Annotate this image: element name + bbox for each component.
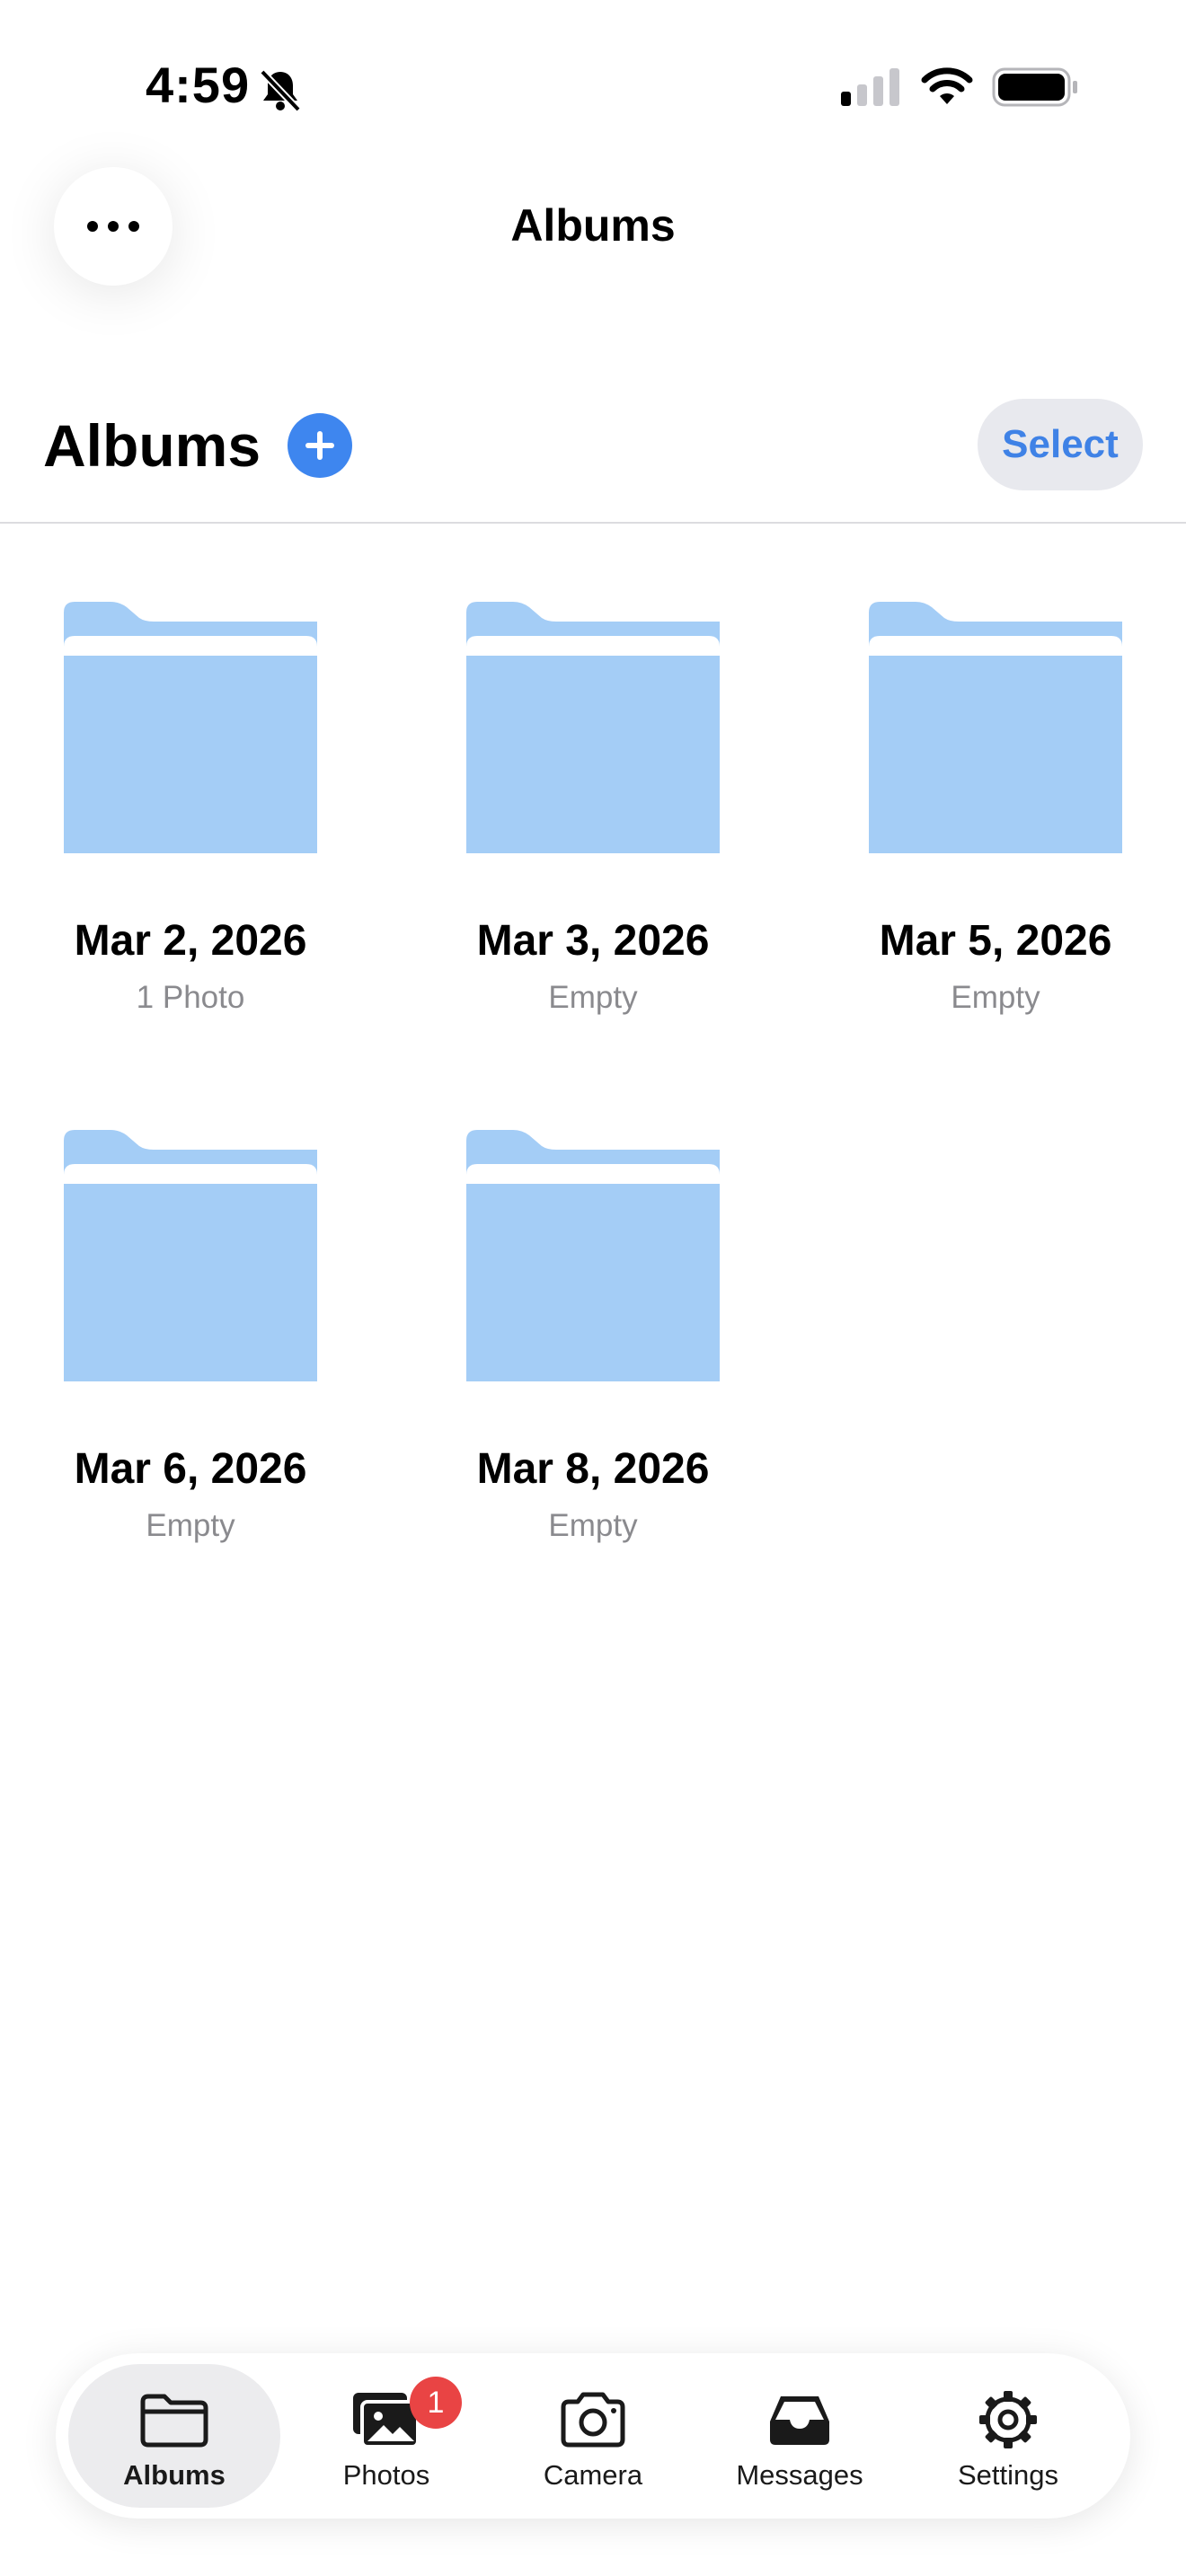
battery-icon [992, 67, 1077, 107]
folder-icon [466, 602, 720, 853]
album-title: Mar 2, 2026 [74, 917, 307, 965]
notification-badge: 1 [410, 2377, 462, 2429]
album-item[interactable]: Mar 8, 2026 Empty [440, 1130, 746, 1544]
tab-settings[interactable]: Settings [902, 2364, 1114, 2508]
tab-label: Messages [736, 2459, 863, 2491]
tab-camera[interactable]: Camera [487, 2364, 699, 2508]
album-subtitle: Empty [146, 1508, 235, 1543]
album-subtitle: Empty [951, 980, 1040, 1015]
gear-icon [979, 2391, 1037, 2448]
plus-icon [305, 431, 334, 460]
album-subtitle: 1 Photo [136, 980, 245, 1015]
tab-bar: Albums Photos 1 Camera Messages Settings [56, 2353, 1130, 2519]
divider [0, 522, 1186, 524]
nav-title: Albums [510, 200, 676, 251]
album-title: Mar 5, 2026 [879, 917, 1112, 965]
album-title: Mar 3, 2026 [476, 917, 710, 965]
folder-icon [466, 1130, 720, 1381]
album-subtitle: Empty [548, 1508, 638, 1543]
camera-icon [561, 2392, 625, 2448]
album-title: Mar 8, 2026 [476, 1445, 710, 1493]
album-title: Mar 6, 2026 [74, 1445, 307, 1493]
tab-label: Camera [543, 2459, 643, 2491]
album-item[interactable]: Mar 3, 2026 Empty [440, 602, 746, 1016]
folder-icon [64, 1130, 317, 1381]
album-item[interactable]: Mar 5, 2026 Empty [843, 602, 1148, 1016]
bell-slash-icon [260, 69, 301, 112]
folder-icon [140, 2394, 208, 2448]
wifi-icon [921, 67, 973, 104]
album-item[interactable]: Mar 2, 2026 1 Photo [38, 602, 343, 1016]
folder-icon [869, 602, 1122, 853]
add-album-button[interactable] [288, 413, 352, 478]
inbox-icon [770, 2396, 829, 2445]
screen: 4:59 Albums Albums Select Mar 2, 2026 1 … [0, 0, 1186, 2576]
page-title: Albums [43, 412, 261, 479]
select-button[interactable]: Select [978, 399, 1143, 490]
tab-albums[interactable]: Albums [68, 2364, 280, 2508]
album-item[interactable]: Mar 6, 2026 Empty [38, 1130, 343, 1544]
cellular-signal-icon [841, 68, 899, 106]
status-time: 4:59 [146, 57, 251, 113]
tab-label: Photos [342, 2459, 430, 2491]
album-subtitle: Empty [548, 980, 638, 1015]
tab-label: Albums [123, 2459, 226, 2491]
folder-icon [64, 602, 317, 853]
tab-label: Settings [957, 2459, 1058, 2491]
tab-messages[interactable]: Messages [694, 2364, 906, 2508]
tab-photos[interactable]: Photos 1 [280, 2364, 492, 2508]
